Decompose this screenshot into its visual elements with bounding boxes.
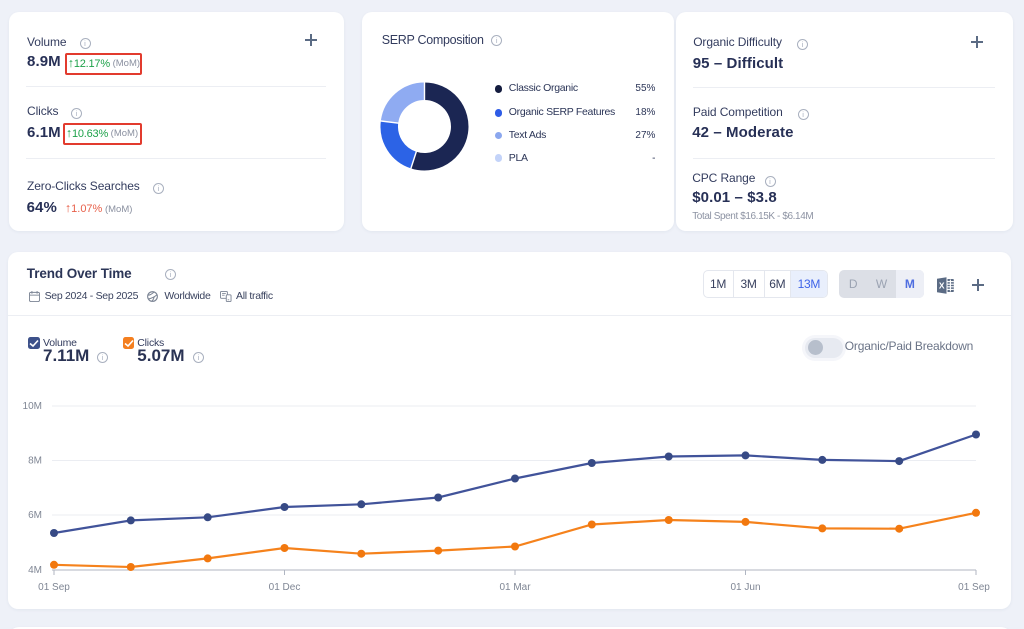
svg-text:X: X [939,280,945,290]
